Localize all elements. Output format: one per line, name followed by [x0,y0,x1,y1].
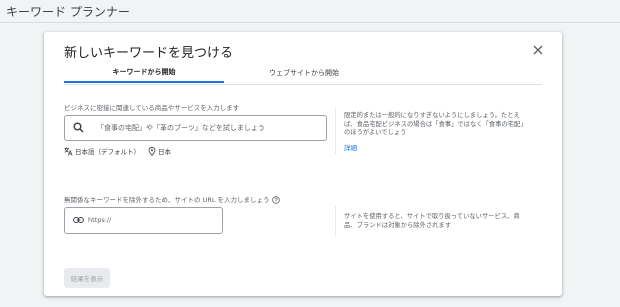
learn-more-link[interactable]: 詳細 [344,142,357,152]
url-placeholder: https:// [88,216,112,224]
link-icon [73,217,84,223]
url-label: 無関係なキーワードを除外するため、サイトの URL を入力しましょう [64,194,280,204]
section-divider-2 [335,206,336,236]
close-button[interactable] [530,42,546,58]
section-divider-1 [335,108,336,154]
targeting-row: 日本語（デフォルト） 日本 [64,146,179,156]
url-hint-line: 品、ブランドは対象から除外されます [344,221,452,229]
location-pin-icon [148,146,156,156]
tab-bar: キーワードから開始 ウェブサイトから開始 [64,62,542,85]
keywords-placeholder: 「食事の宅配」や「革のブーツ」などを試しましょう [97,124,265,132]
keywords-hint: 限定的または一般的になりすぎないようにしましょう。たとえ ば、食品宅配ビジネスの… [344,112,540,138]
language-selector[interactable]: 日本語（デフォルト） [64,146,140,156]
language-label: 日本語（デフォルト） [75,148,140,156]
close-icon [533,45,543,55]
keywords-hint-line: のほうがよいでしょう [344,129,407,136]
search-icon [73,122,84,133]
page-header: キーワード プランナー [0,0,620,22]
location-label: 日本 [158,148,171,156]
keywords-hint-line: ば、食品宅配ビジネスの場合は「食事」ではなく「食事の宅配」 [344,120,527,128]
help-icon[interactable] [271,196,280,204]
url-label-text: 無関係なキーワードを除外するため、サイトの URL を入力しましょう [64,196,270,204]
location-selector[interactable]: 日本 [148,146,171,156]
url-hint: サイトを使用すると、サイトで取り扱っていないサービス、商 品、ブランドは対象から… [344,213,540,230]
dialog-title: 新しいキーワードを見つける [64,46,234,61]
tab-start-with-website[interactable]: ウェブサイトから開始 [224,62,384,83]
url-hint-line: サイトを使用すると、サイトで取り扱っていないサービス、商 [344,213,520,220]
header-divider [0,22,620,23]
website-url-input[interactable]: https:// [64,207,223,234]
page-title: キーワード プランナー [6,5,130,19]
keywords-input[interactable]: 「食事の宅配」や「革のブーツ」などを試しましょう [64,115,327,141]
keywords-label: ビジネスに密接に関連している商品やサービスを入力します [64,104,240,112]
get-results-button[interactable]: 結果を表示 [64,268,110,288]
keywords-hint-line: 限定的または一般的になりすぎないようにしましょう。たとえ [344,112,520,119]
tab-start-with-keywords[interactable]: キーワードから開始 [64,62,224,83]
translate-icon [64,147,73,156]
keyword-discovery-dialog: 新しいキーワードを見つける キーワードから開始 ウェブサイトから開始 ビジネスに… [44,32,562,296]
